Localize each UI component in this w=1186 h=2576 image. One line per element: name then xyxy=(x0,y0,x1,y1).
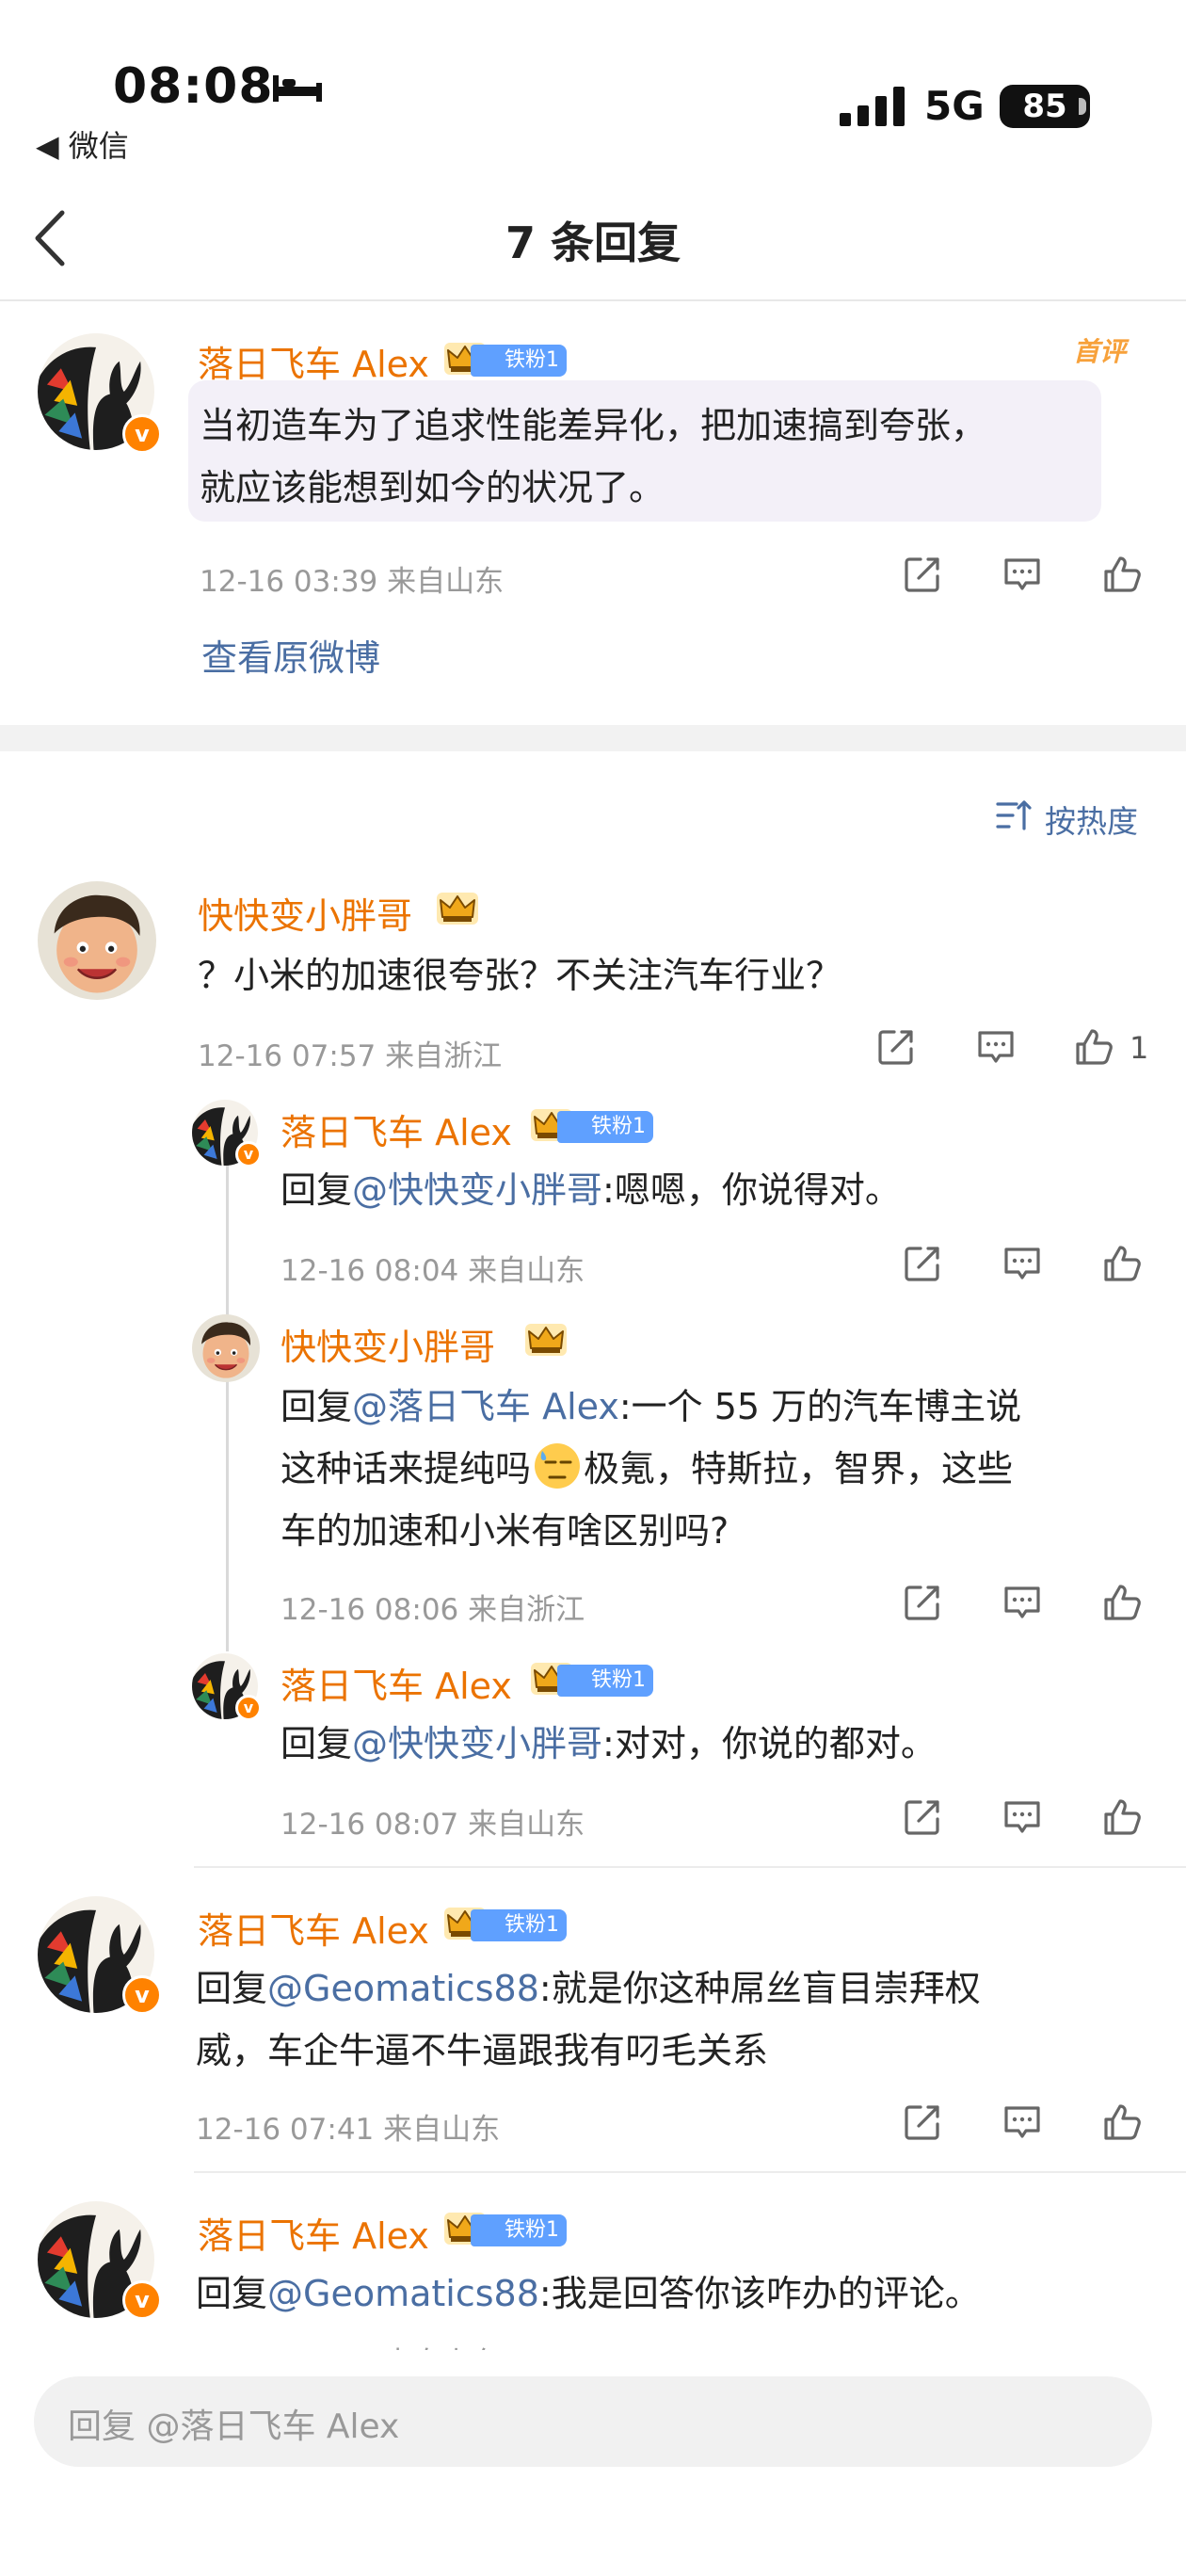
share-icon[interactable] xyxy=(902,1243,943,1284)
comment-text-line: 就应该能想到如今的状况了。 xyxy=(200,467,665,508)
comment-meta: 12-16 07:57 来自浙江 xyxy=(198,1039,503,1073)
reply-text: 回复@Geomatics88:就是你这种屌丝盲目崇拜权 xyxy=(196,1958,981,2019)
reply-prefix: 回复 xyxy=(280,1723,353,1764)
reply-body: :一个 55 万的汽车博主说 xyxy=(618,1386,1022,1427)
reply-text: 回复@快快变小胖哥:对对，你说的都对。 xyxy=(280,1714,937,1774)
reply-text-line: 车的加速和小米有啥区别吗? xyxy=(280,1510,729,1552)
reply-body: :嗯嗯，你说得对。 xyxy=(602,1169,901,1211)
like-count: 1 xyxy=(1130,1030,1149,1066)
share-icon[interactable] xyxy=(902,554,943,595)
reply-body: :就是你这种屌丝盲目崇拜权 xyxy=(538,1968,981,2009)
nav-divider xyxy=(0,299,1186,301)
comment-meta: 12-16 07:41 来自山东 xyxy=(196,2113,501,2147)
comment-icon[interactable] xyxy=(1002,1582,1043,1623)
avatar[interactable] xyxy=(192,1314,260,1382)
section-divider xyxy=(0,725,1186,751)
share-icon[interactable] xyxy=(902,1796,943,1838)
sort-by-hot[interactable]: 按热度 xyxy=(1045,797,1138,842)
author-name[interactable]: 落日飞车 Alex xyxy=(198,2207,429,2259)
comment-divider xyxy=(194,1866,1186,1868)
network-type: 5G xyxy=(924,83,985,129)
reply-prefix: 回复 xyxy=(196,2273,268,2314)
crown-icon xyxy=(523,1320,569,1358)
verified-badge-icon: v xyxy=(122,414,162,454)
view-original-link[interactable]: 查看原微博 xyxy=(201,629,380,681)
mention-link[interactable]: @快快变小胖哥 xyxy=(352,1169,602,1211)
author-name[interactable]: 落日飞车 Alex xyxy=(198,335,429,387)
author-name[interactable]: 落日飞车 Alex xyxy=(280,1657,512,1709)
page-title: 7 条回复 xyxy=(505,217,681,268)
battery-cap xyxy=(1079,98,1086,115)
reply-input-placeholder: 回复 @落日飞车 Alex xyxy=(68,2407,400,2446)
fan-badge: 铁粉1 xyxy=(471,345,567,377)
mention-link[interactable]: @落日飞车 Alex xyxy=(352,1386,619,1427)
verified-badge-icon: v xyxy=(235,1141,262,1167)
back-to-wechat-link[interactable]: ◀ 微信 xyxy=(36,122,129,166)
share-icon[interactable] xyxy=(902,1582,943,1623)
fan-badge: 铁粉1 xyxy=(557,1665,653,1697)
comment-meta: 12-16 08:07 来自山东 xyxy=(280,1808,585,1842)
author-name[interactable]: 快快变小胖哥 xyxy=(198,887,412,939)
author-name[interactable]: 落日飞车 Alex xyxy=(280,1103,512,1155)
comment-icon[interactable] xyxy=(1002,554,1043,595)
mention-link[interactable]: @快快变小胖哥 xyxy=(352,1723,602,1764)
like-icon[interactable] xyxy=(1101,1582,1143,1623)
reply-body: :我是回答你该咋办的评论。 xyxy=(538,2273,981,2314)
comment-meta: 12-16 03:39 来自山东 xyxy=(200,565,505,599)
crown-icon xyxy=(435,889,480,926)
sweat-emoji-icon xyxy=(533,1441,582,1490)
status-time: 08:08 xyxy=(113,58,274,115)
comment-meta: 12-16 08:06 来自浙江 xyxy=(280,1593,585,1627)
comment-icon[interactable] xyxy=(1002,2101,1043,2143)
mention-link[interactable]: @Geomatics88 xyxy=(267,1968,539,2009)
fan-badge: 铁粉1 xyxy=(471,2214,567,2246)
avatar[interactable] xyxy=(38,881,156,1000)
like-icon[interactable] xyxy=(1101,554,1143,595)
sort-icon[interactable] xyxy=(996,798,1032,832)
comment-icon[interactable] xyxy=(1002,1796,1043,1838)
first-comment-label: 首评 xyxy=(1073,336,1127,367)
bed-icon xyxy=(273,75,322,102)
reply-body: :对对，你说的都对。 xyxy=(602,1723,937,1764)
comment-text-line: 当初造车为了追求性能差异化，把加速搞到夸张， xyxy=(200,405,987,446)
reply-prefix: 回复 xyxy=(196,1968,268,2009)
like-icon[interactable] xyxy=(1101,1243,1143,1284)
like-icon[interactable] xyxy=(1073,1026,1114,1068)
verified-badge-icon: v xyxy=(122,1975,162,2015)
comment-icon[interactable] xyxy=(975,1026,1017,1068)
like-icon[interactable] xyxy=(1101,1796,1143,1838)
comment-icon[interactable] xyxy=(1002,1243,1043,1284)
reply-text-line: 威，车企牛逼不牛逼跟我有叼毛关系 xyxy=(196,2030,769,2071)
reply-text-line: 这种话来提纯吗 极氪，特斯拉，智界，这些 xyxy=(280,1439,1013,1499)
comment-divider xyxy=(194,2171,1186,2173)
reply-text: 回复@Geomatics88:我是回答你该咋办的评论。 xyxy=(196,2263,981,2324)
reply-body: 这种话来提纯吗 xyxy=(280,1448,532,1489)
verified-badge-icon: v xyxy=(235,1695,262,1721)
share-icon[interactable] xyxy=(875,1026,917,1068)
like-icon[interactable] xyxy=(1101,2101,1143,2143)
comment-meta: 12-16 08:04 来自山东 xyxy=(280,1254,585,1288)
author-name[interactable]: 快快变小胖哥 xyxy=(280,1318,495,1370)
reply-prefix: 回复 xyxy=(280,1169,353,1211)
verified-badge-icon: v xyxy=(122,2280,162,2320)
reply-text: 回复@快快变小胖哥:嗯嗯，你说得对。 xyxy=(280,1160,901,1220)
reply-text: 回复@落日飞车 Alex:一个 55 万的汽车博主说 xyxy=(280,1377,1021,1437)
fan-badge: 铁粉1 xyxy=(471,1909,567,1941)
mention-link[interactable]: @Geomatics88 xyxy=(267,2273,539,2314)
reply-body: 极氪，特斯拉，智界，这些 xyxy=(584,1448,1014,1489)
signal-icon xyxy=(840,87,905,126)
author-name[interactable]: 落日飞车 Alex xyxy=(198,1902,429,1954)
fan-badge: 铁粉1 xyxy=(557,1111,653,1143)
comment-text: ？小米的加速很夸张？不关注汽车行业？ xyxy=(198,955,842,996)
reply-thread-line xyxy=(226,1162,229,1651)
share-icon[interactable] xyxy=(902,2101,943,2143)
battery-indicator: 85 xyxy=(1000,85,1090,128)
reply-prefix: 回复 xyxy=(280,1386,353,1427)
